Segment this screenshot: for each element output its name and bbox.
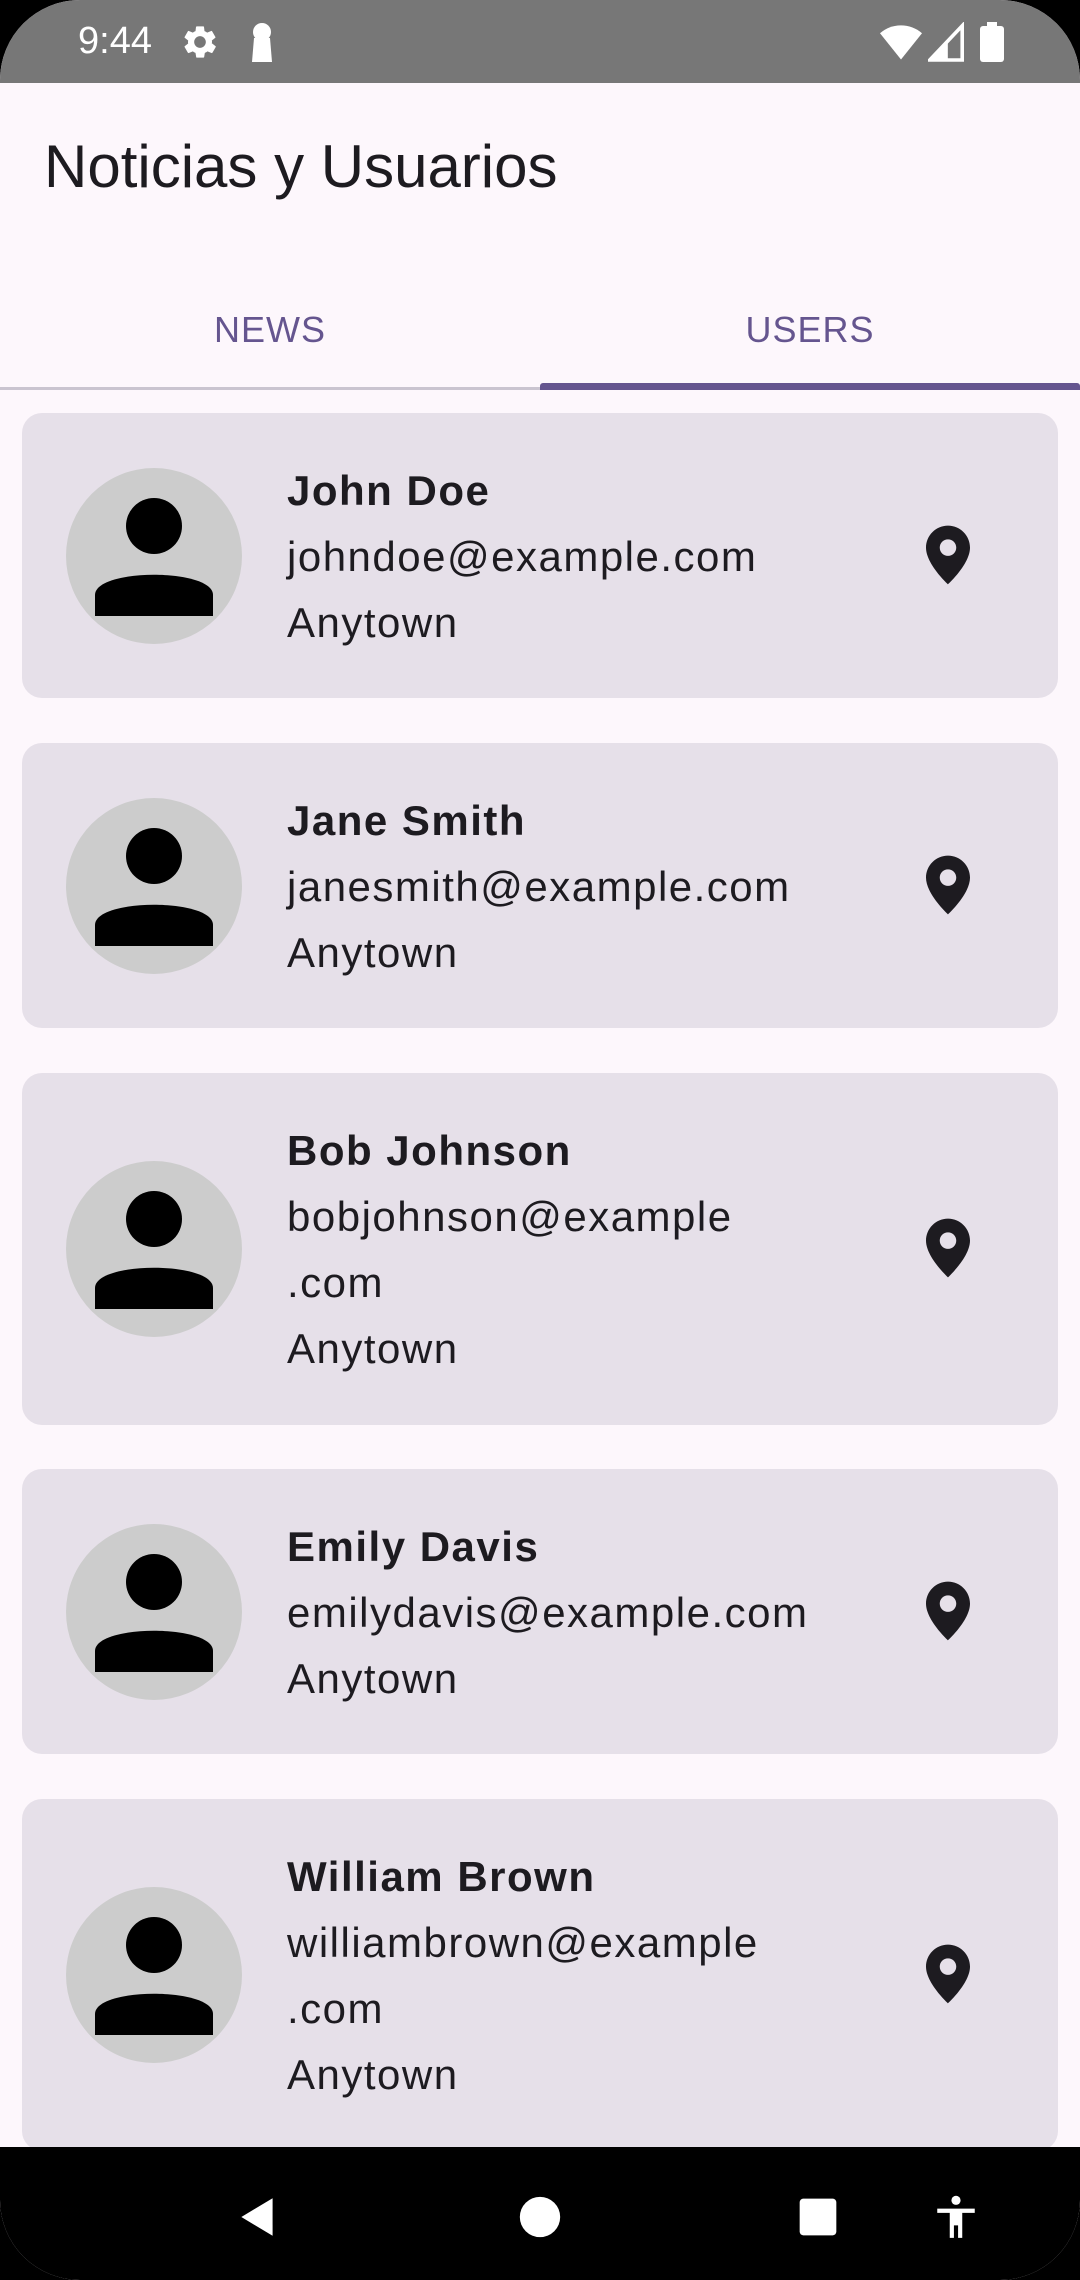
user-email: janesmith@example.com: [287, 863, 791, 910]
user-name: Bob Johnson: [287, 1127, 572, 1174]
user-name: John Doe: [287, 467, 491, 514]
user-card[interactable]: Emily Davis emilydavis@example.com Anyto…: [22, 1469, 1058, 1754]
user-city: Anytown: [287, 599, 459, 646]
signal-icon: [925, 21, 964, 67]
user-city: Anytown: [287, 1655, 459, 1702]
home-icon[interactable]: [500, 2177, 580, 2257]
person-icon: [66, 1161, 242, 1337]
user-name: William Brown: [287, 1853, 596, 1900]
status-time: 9:44: [78, 20, 152, 62]
status-bar: 9:44: [0, 0, 1080, 83]
user-email: johndoe@example.com: [287, 533, 758, 580]
tab-news[interactable]: NEWS: [0, 270, 540, 390]
user-card[interactable]: Bob Johnson bobjohnson@example .com Anyt…: [22, 1073, 1058, 1425]
user-card[interactable]: William Brown williambrown@example .com …: [22, 1799, 1058, 2151]
user-email: williambrown@example .com: [287, 1919, 759, 2032]
recents-icon[interactable]: [778, 2177, 858, 2257]
user-info: Emily Davis emilydavis@example.com Anyto…: [287, 1514, 857, 1712]
settings-icon: [180, 22, 220, 67]
location-pin-icon[interactable]: [908, 515, 988, 595]
person-icon: [66, 1887, 242, 2063]
tab-users[interactable]: USERS: [540, 270, 1080, 390]
user-city: Anytown: [287, 2051, 459, 2098]
user-email: emilydavis@example.com: [287, 1589, 809, 1636]
person-icon: [66, 798, 242, 974]
location-pin-icon[interactable]: [908, 845, 988, 925]
screen: 9:44 Noticias y Usuarios NEWS USERS John…: [0, 0, 1080, 2280]
app-title: Noticias y Usuarios: [44, 133, 558, 200]
user-info: Bob Johnson bobjohnson@example .com Anyt…: [287, 1118, 857, 1382]
user-card[interactable]: Jane Smith janesmith@example.com Anytown: [22, 743, 1058, 1028]
user-info: John Doe johndoe@example.com Anytown: [287, 458, 857, 656]
user-city: Anytown: [287, 1325, 459, 1372]
tab-row: NEWS USERS: [0, 270, 1080, 390]
accessibility-icon[interactable]: [916, 2177, 996, 2257]
person-icon: [66, 468, 242, 644]
user-name: Emily Davis: [287, 1523, 540, 1570]
navigation-bar: [0, 2147, 1080, 2280]
keyhole-icon: [248, 22, 276, 67]
location-pin-icon[interactable]: [908, 1208, 988, 1288]
user-city: Anytown: [287, 929, 459, 976]
battery-icon: [980, 22, 1004, 67]
location-pin-icon[interactable]: [908, 1934, 988, 2014]
person-icon: [66, 1524, 242, 1700]
location-pin-icon[interactable]: [908, 1571, 988, 1651]
user-info: Jane Smith janesmith@example.com Anytown: [287, 788, 857, 986]
wifi-icon: [880, 22, 922, 67]
user-info: William Brown williambrown@example .com …: [287, 1844, 857, 2108]
user-email: bobjohnson@example .com: [287, 1193, 733, 1306]
back-icon[interactable]: [218, 2177, 298, 2257]
user-name: Jane Smith: [287, 797, 527, 844]
user-card[interactable]: John Doe johndoe@example.com Anytown: [22, 413, 1058, 698]
tab-indicator: [540, 383, 1080, 390]
